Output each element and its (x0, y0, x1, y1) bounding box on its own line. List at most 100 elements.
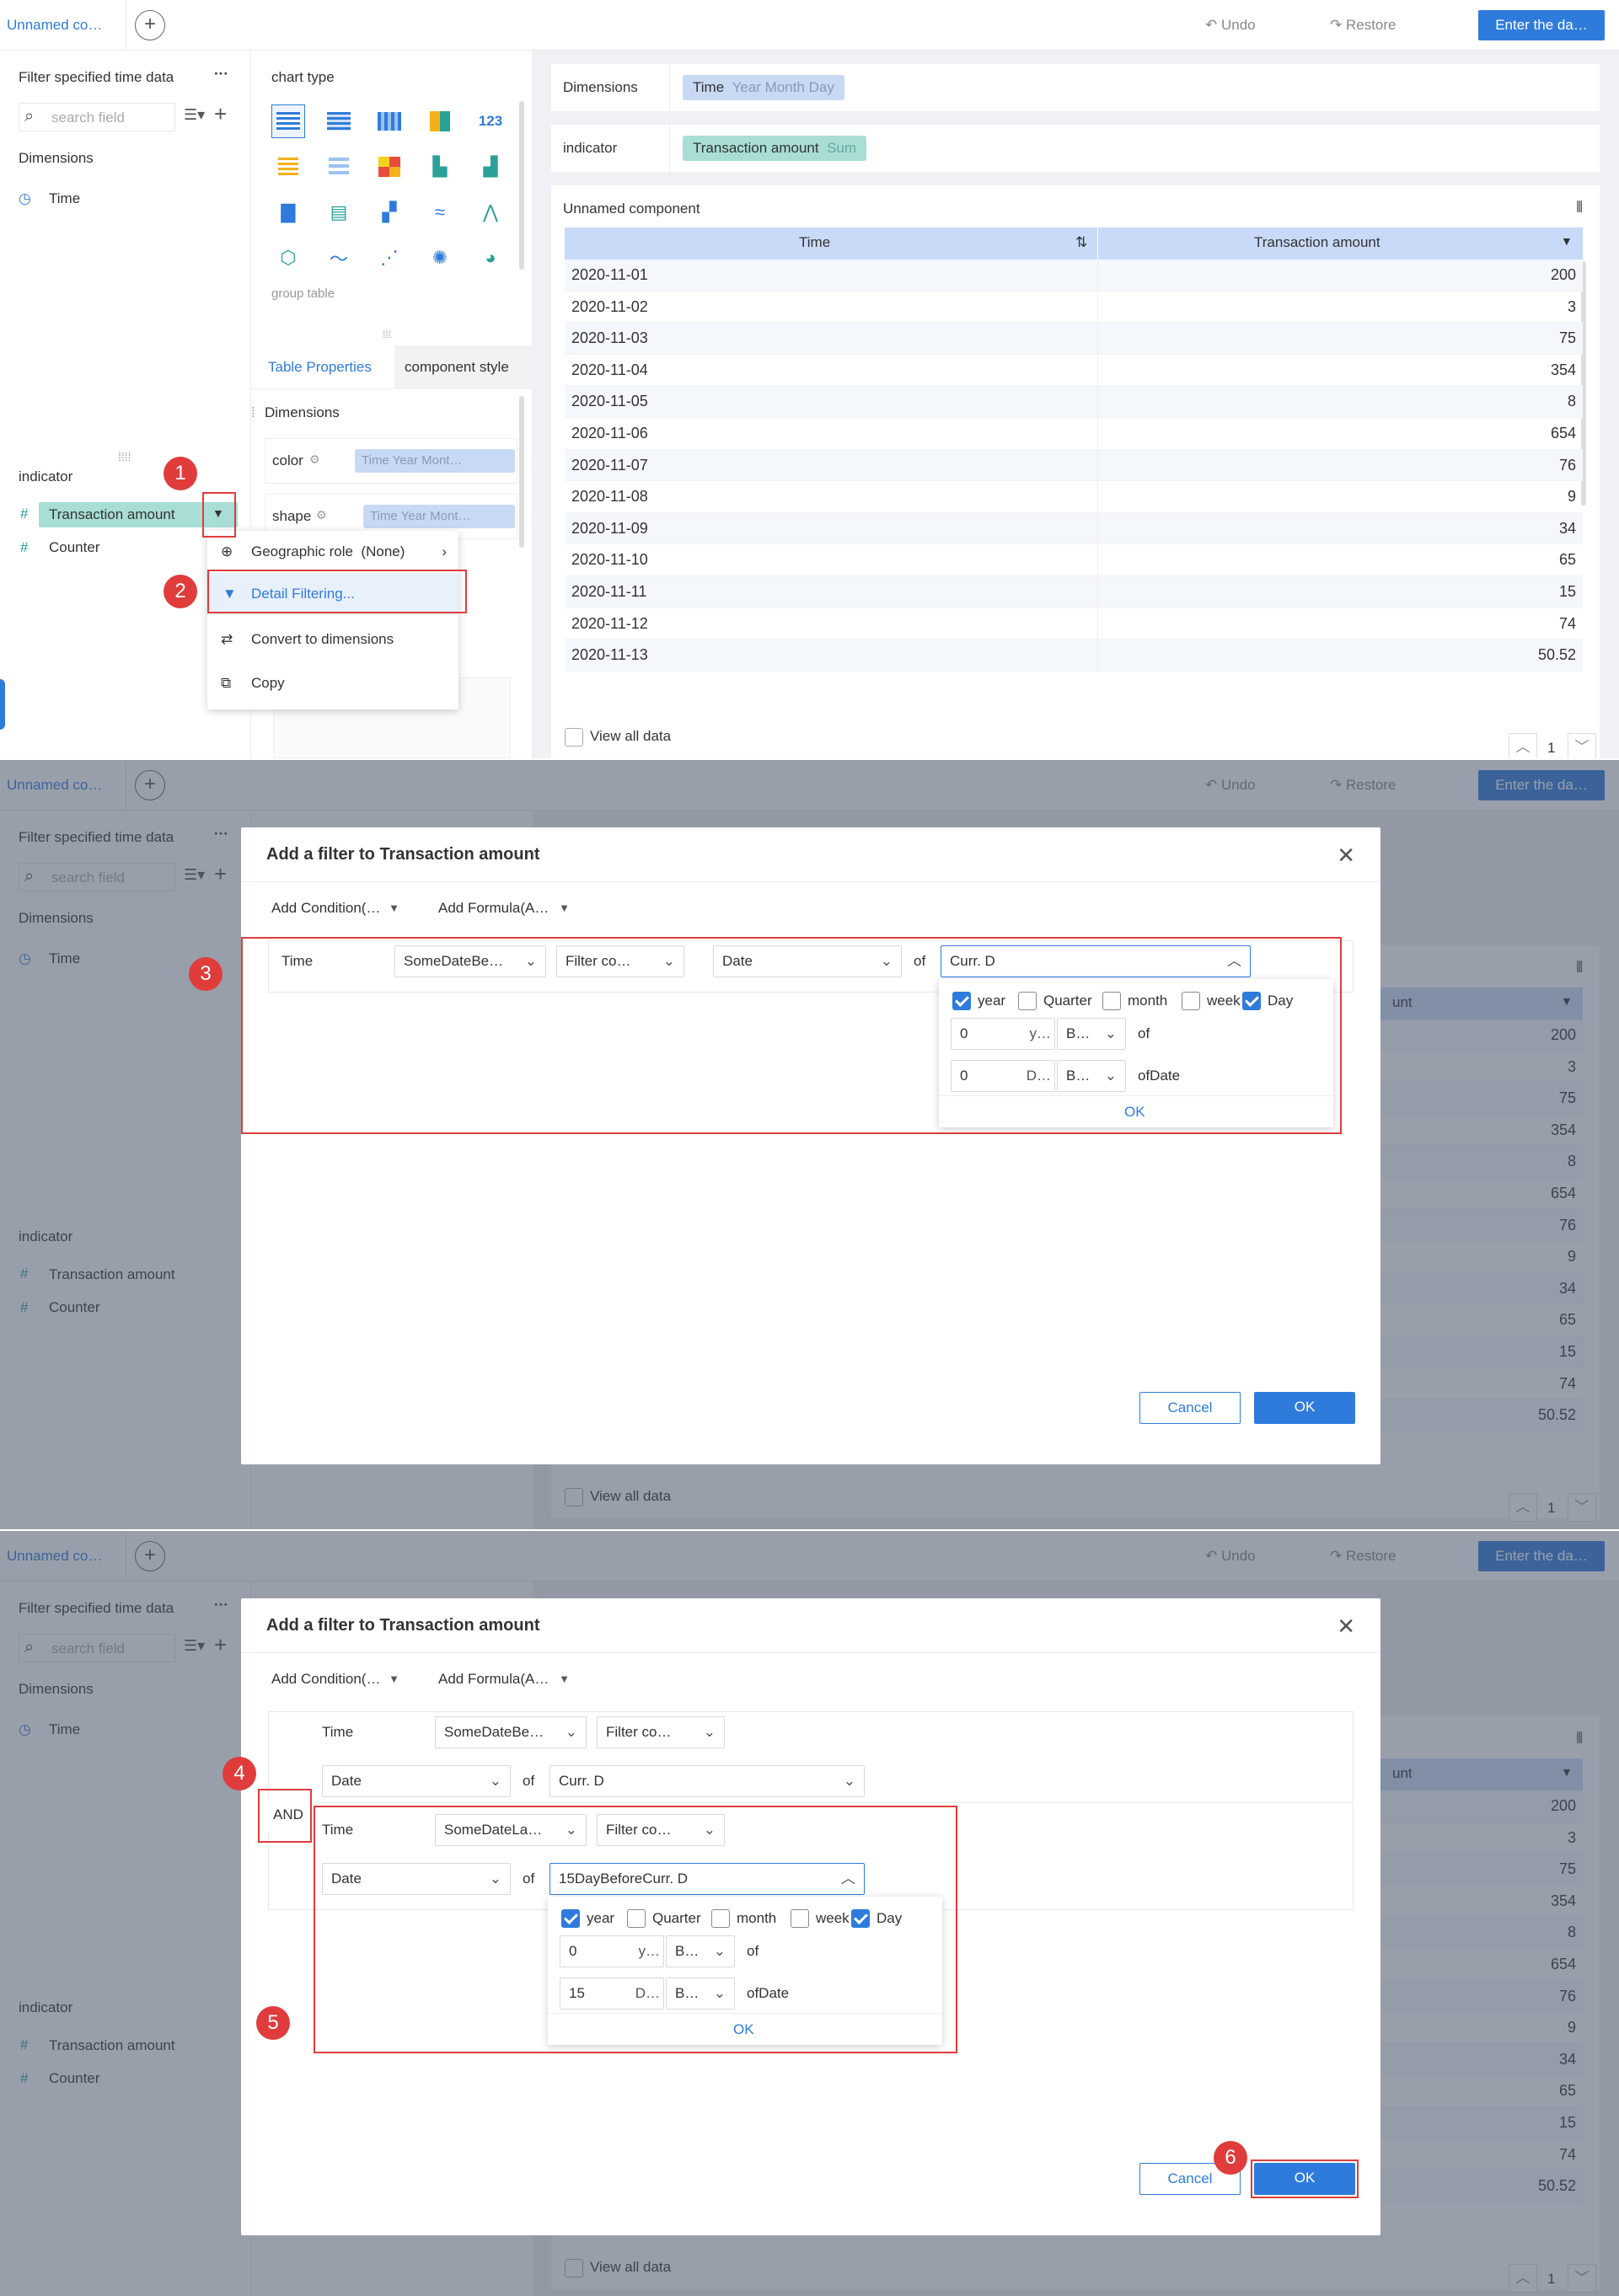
properties-tabs: Table Properties component style (251, 345, 533, 389)
sort-icon[interactable]: ☰▾ (184, 106, 205, 124)
page-up-button[interactable]: ︿ (1509, 733, 1537, 758)
properties-dimensions-heading: Dimensions (265, 404, 340, 420)
chart-type-scatter-icon[interactable]: ⋰ (373, 241, 406, 275)
chart-type-heatmap-icon[interactable] (373, 150, 406, 184)
add-formula-dropdown[interactable]: Add Formula(A… ▼ (430, 893, 578, 925)
ok-button[interactable]: OK (1254, 1392, 1355, 1424)
columns-icon[interactable]: ⦀ (1576, 199, 1583, 217)
transaction-amount-tag[interactable]: Transaction amount Sum (683, 136, 867, 161)
view-all-checkbox[interactable] (565, 728, 583, 747)
chart-type-pie-icon[interactable]: ◕ (474, 241, 507, 275)
chart-type-line-icon[interactable]: ⋀ (474, 195, 507, 229)
condition1-filter-select[interactable]: Filter co… ⌄ (597, 1716, 725, 1748)
color-label: color (272, 452, 303, 468)
chart-type-table-icon[interactable] (271, 104, 305, 138)
chart-type-detail-table-icon[interactable] (373, 104, 406, 138)
tab-unnamed[interactable]: Unnamed co… (0, 0, 126, 51)
condition1-unit-select[interactable]: Date ⌄ (322, 1765, 511, 1797)
undo-icon: ↶ (1205, 17, 1221, 33)
settings-icon[interactable]: ⚙ (316, 508, 327, 522)
chart-type-bubble-icon[interactable]: ✺ (423, 241, 457, 275)
add-formula-dropdown[interactable]: Add Formula(A… ▼ (430, 1664, 578, 1696)
settings-icon[interactable]: ⚙ (309, 452, 320, 467)
cell-time: 2020-11-10 (571, 551, 648, 569)
step-badge-5: 5 (256, 2006, 290, 2040)
divider (1097, 512, 1098, 544)
cell-amount: 65 (1558, 551, 1576, 569)
chart-type-list-icon[interactable] (271, 150, 305, 184)
chart-type-number-icon[interactable]: 123 (474, 104, 507, 138)
cell-time: 2020-11-13 (571, 646, 648, 664)
col-amount-header[interactable]: Transaction amount (1254, 234, 1380, 251)
close-icon[interactable]: ✕ (1337, 843, 1355, 869)
drag-handle-icon[interactable]: ⁞⁞⁞⁞ (118, 450, 131, 463)
search-field[interactable]: ⌕ search field (19, 103, 175, 131)
chart-type-radar-icon[interactable]: ⬡ (271, 241, 305, 275)
menu-geographic-role[interactable]: ⊕ Geographic role (None) › (207, 531, 458, 573)
cell-amount: 50.52 (1537, 646, 1576, 664)
cell-time: 2020-11-04 (571, 361, 648, 378)
tab-table-properties[interactable]: Table Properties (268, 359, 372, 376)
cell-time: 2020-11-03 (571, 329, 648, 347)
panel-1: Unnamed co… + ↶ Undo ↷ Restore Enter the… (0, 0, 1619, 758)
cell-amount: 34 (1558, 519, 1576, 537)
cell-amount: 8 (1567, 393, 1576, 410)
dimension-time[interactable]: Time (49, 190, 80, 207)
page-down-button[interactable]: ﹀ (1568, 733, 1596, 758)
cell-amount: 9 (1567, 488, 1576, 506)
highlight-box-6 (1251, 2160, 1359, 2198)
close-icon[interactable]: ✕ (1337, 1614, 1355, 1640)
add-condition-dropdown[interactable]: Add Condition(… ▼ (263, 893, 408, 925)
chart-type-trend-icon[interactable]: 〜 (322, 241, 356, 275)
enter-data-button[interactable]: Enter the da… (1478, 10, 1605, 40)
side-handle[interactable] (0, 679, 5, 730)
chart-type-step-icon[interactable]: ▞ (373, 195, 406, 229)
add-field-icon[interactable]: + (214, 101, 227, 127)
chart-type-grid-icon[interactable] (322, 150, 356, 184)
menu-copy[interactable]: ⧉ Copy (207, 662, 458, 704)
cell-amount: 200 (1550, 266, 1576, 283)
chevron-down-icon[interactable]: ▼ (1561, 234, 1573, 248)
add-condition-dropdown[interactable]: Add Condition(… ▼ (263, 1664, 408, 1696)
cell-time: 2020-11-12 (571, 614, 648, 632)
indicator-label-transaction: Transaction amount (49, 506, 175, 522)
chart-type-cross-table-icon[interactable] (322, 104, 356, 138)
divider (1097, 386, 1098, 417)
filter-time-label[interactable]: Filter specified time data (19, 69, 174, 86)
menu-convert-dimensions[interactable]: ⇄ Convert to dimensions (207, 618, 458, 661)
undo-button[interactable]: ↶ Undo (1205, 0, 1256, 51)
more-icon[interactable]: ··· (214, 66, 228, 83)
sort-icon[interactable]: ⇅ (1075, 234, 1087, 251)
indicator-counter[interactable]: Counter (49, 539, 99, 556)
add-tab-button[interactable]: + (135, 10, 165, 40)
col-time-header[interactable]: Time (799, 234, 830, 251)
restore-button[interactable]: ↷ Restore (1330, 0, 1397, 51)
indicator-heading: indicator (19, 468, 73, 484)
chart-type-card-icon[interactable] (423, 104, 457, 138)
tab-component-style[interactable]: component style (394, 345, 533, 389)
chart-type-scrollbar[interactable] (519, 101, 524, 270)
color-dimension-tag[interactable]: Time Year Mont… (355, 449, 515, 473)
group-table-label: group table (271, 286, 335, 301)
chart-type-bar-icon[interactable]: ▟ (474, 150, 507, 184)
chart-type-stacked-icon[interactable]: ▤ (322, 195, 356, 229)
drag-handle-icon[interactable]: ⁞⁞⁞ (383, 329, 391, 340)
highlight-box-4 (258, 1789, 312, 1843)
time-dimension-tag[interactable]: Time Year Month Day (683, 75, 844, 100)
divider (1097, 323, 1098, 354)
condition1-operator-select[interactable]: SomeDateBe… ⌄ (435, 1716, 587, 1748)
chart-type-area-icon[interactable]: ≈ (423, 195, 457, 229)
shape-dimension-tag[interactable]: Time Year Mont… (363, 505, 515, 528)
table-row: 2020-11-05 8 (565, 386, 1583, 418)
cell-amount: 76 (1558, 456, 1576, 474)
divider (1097, 449, 1098, 481)
view-all-label: View all data (590, 728, 672, 744)
properties-scrollbar[interactable] (519, 396, 524, 548)
chart-type-column-icon[interactable]: ▇ (271, 195, 305, 229)
chart-type-scatter-bar-icon[interactable]: ▙ (423, 150, 457, 184)
condition1-field: Time (322, 1724, 354, 1740)
divider (669, 64, 670, 111)
condition1-reference-select[interactable]: Curr. D ⌄ (549, 1765, 865, 1797)
cancel-button[interactable]: Cancel (1139, 1392, 1241, 1424)
table-row: 2020-11-06 654 (565, 418, 1583, 450)
